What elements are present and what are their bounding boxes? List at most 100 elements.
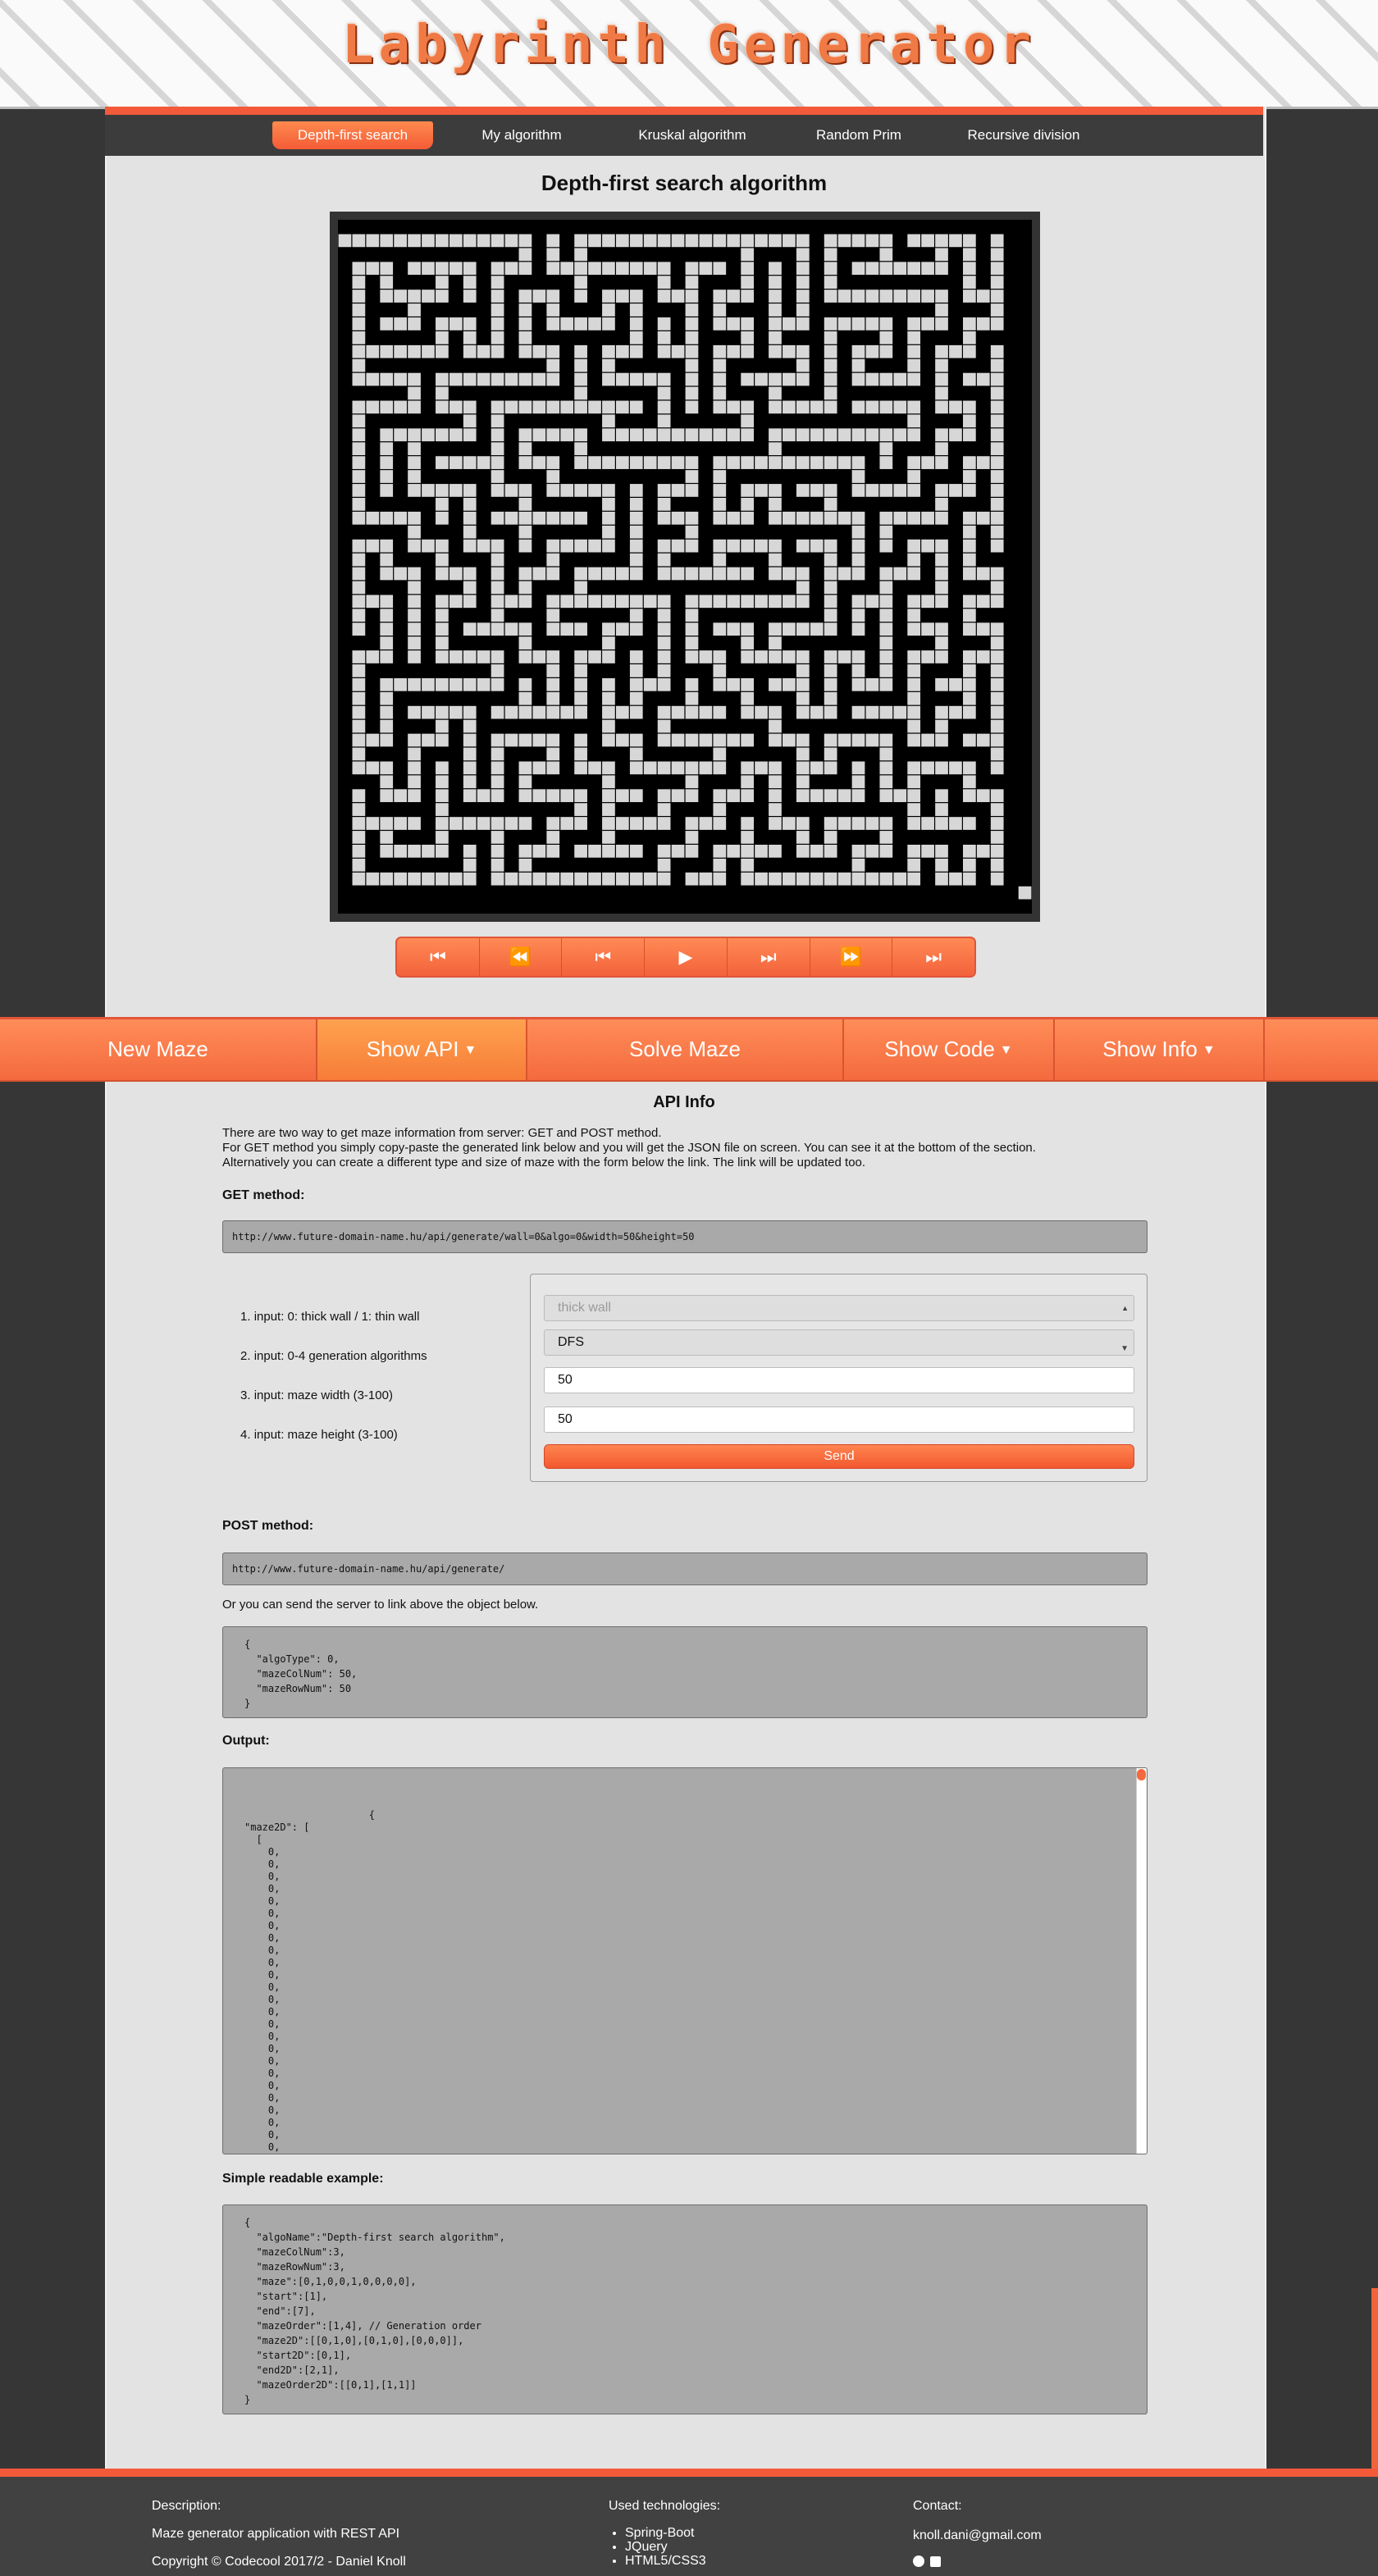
solve-maze-button[interactable]: Solve Maze — [527, 1019, 844, 1080]
maze-cell — [865, 234, 879, 248]
show-code-label: Show Code — [884, 1037, 995, 1061]
show-code-button[interactable]: Show Code ▼ — [844, 1019, 1055, 1080]
footer-tech-title: Used technologies: — [609, 2499, 721, 2513]
output-scroll-thumb[interactable] — [1137, 1769, 1146, 1780]
maze-cell — [907, 677, 921, 691]
fast-forward-button[interactable]: ⏩ — [810, 938, 893, 976]
maze-cell — [783, 456, 796, 469]
maze-cell — [741, 372, 754, 386]
get-link-box[interactable]: http://www.future-domain-name.hu/api/gen… — [222, 1220, 1148, 1253]
maze-cell — [713, 872, 727, 886]
tab-recursive-division[interactable]: Recursive division — [943, 121, 1104, 149]
show-info-label: Show Info — [1102, 1037, 1198, 1061]
maze-cell — [851, 290, 865, 303]
output-scrollbar[interactable] — [1136, 1768, 1147, 2154]
footer-email[interactable]: knoll.dani@gmail.com — [913, 2528, 1042, 2543]
step-forward-button[interactable]: ⏭ — [728, 938, 810, 976]
maze-cell — [727, 290, 741, 303]
maze-cell — [796, 290, 810, 303]
maze-cell — [518, 344, 532, 358]
maze-cell — [796, 248, 810, 262]
get-method-label: GET method: — [222, 1188, 305, 1202]
maze-cell — [685, 525, 699, 539]
maze-cell — [408, 636, 421, 650]
maze-cell — [824, 331, 837, 344]
github-icon[interactable] — [913, 2555, 924, 2567]
rewind-button[interactable]: ⏪ — [480, 938, 563, 976]
maze-cell — [769, 331, 782, 344]
maze-cell — [408, 262, 421, 276]
maze-cell — [602, 400, 615, 414]
send-button[interactable]: Send — [544, 1444, 1134, 1469]
maze-cell — [990, 386, 1004, 400]
maze-cell — [546, 303, 560, 317]
maze-cell — [935, 636, 948, 650]
maze-cell — [449, 400, 463, 414]
maze-cell — [755, 539, 768, 553]
maze-cell — [796, 539, 810, 553]
maze-cell — [352, 650, 366, 663]
last-icon: ⏭ — [925, 946, 942, 967]
maze-cell — [616, 290, 629, 303]
linkedin-icon[interactable] — [930, 2556, 942, 2567]
last-step-button[interactable]: ⏭ — [892, 938, 974, 976]
maze-cell — [436, 761, 449, 775]
maze-width-input[interactable]: 50 — [544, 1367, 1134, 1393]
tab-random-prim[interactable]: Random Prim — [789, 121, 929, 149]
maze-cell — [518, 845, 532, 858]
tab-kruskal-algorithm[interactable]: Kruskal algorithm — [610, 121, 774, 149]
maze-cell — [560, 595, 574, 609]
maze-cell — [963, 317, 976, 331]
show-api-button[interactable]: Show API ▼ — [317, 1019, 527, 1080]
maze-cell — [574, 817, 587, 830]
maze-cell — [879, 539, 893, 553]
maze-cell — [879, 733, 893, 747]
maze-cell — [685, 511, 699, 525]
maze-cell — [824, 747, 837, 761]
select-arrow-icon: ▼ — [1120, 1344, 1129, 1353]
maze-cell — [352, 428, 366, 442]
maze-height-input[interactable]: 50 — [544, 1407, 1134, 1433]
page-scrollbar-thumb[interactable] — [1371, 2288, 1378, 2469]
algorithm-value: DFS — [558, 1335, 584, 1349]
maze-cell — [921, 622, 934, 636]
new-maze-button[interactable]: New Maze — [0, 1019, 317, 1080]
maze-cell — [727, 677, 741, 691]
maze-cell — [449, 595, 463, 609]
wall-type-select[interactable]: thick wall▲▼ — [544, 1295, 1134, 1337]
maze-cell — [602, 344, 615, 358]
maze-cell — [394, 511, 407, 525]
maze-cell — [491, 262, 504, 276]
post-body-box[interactable]: { "algoType": 0, "mazeColNum": 50, "maze… — [222, 1626, 1148, 1718]
maze-cell — [741, 428, 754, 442]
maze-cell — [949, 400, 962, 414]
maze-cell — [532, 705, 546, 719]
maze-cell — [990, 358, 1004, 372]
maze-cell — [463, 733, 477, 747]
step-back-button[interactable]: ⏮ — [562, 938, 646, 976]
algorithm-select[interactable]: DFS ▼ — [544, 1329, 1134, 1356]
tab-depth-first-search[interactable]: Depth-first search — [272, 121, 433, 149]
show-info-button[interactable]: Show Info ▼ — [1055, 1019, 1265, 1080]
output-box[interactable]: { "maze2D": [ [ 0, 0, 0, 0, 0, 0, 0, 0, … — [222, 1767, 1148, 2154]
maze-cell — [769, 290, 782, 303]
maze-cell — [574, 290, 587, 303]
tab-my-algorithm[interactable]: My algorithm — [449, 121, 594, 149]
example-box[interactable]: { "algoName":"Depth-first search algorit… — [222, 2204, 1148, 2414]
maze-cell — [408, 400, 421, 414]
maze-cell — [713, 789, 727, 803]
maze-cell — [769, 705, 782, 719]
maze-cell — [769, 234, 782, 248]
maze-cell — [879, 234, 893, 248]
maze-cell — [532, 872, 546, 886]
maze-cell — [935, 567, 948, 581]
maze-cell — [935, 234, 948, 248]
maze-cell — [921, 595, 934, 609]
play-icon: ▶ — [678, 946, 693, 967]
play-button[interactable]: ▶ — [645, 938, 728, 976]
post-link-box[interactable]: http://www.future-domain-name.hu/api/gen… — [222, 1552, 1148, 1585]
maze-cell — [699, 567, 713, 581]
maze-cell — [879, 677, 893, 691]
first-step-button[interactable]: ⏮ — [397, 938, 480, 976]
maze-cell — [380, 622, 394, 636]
